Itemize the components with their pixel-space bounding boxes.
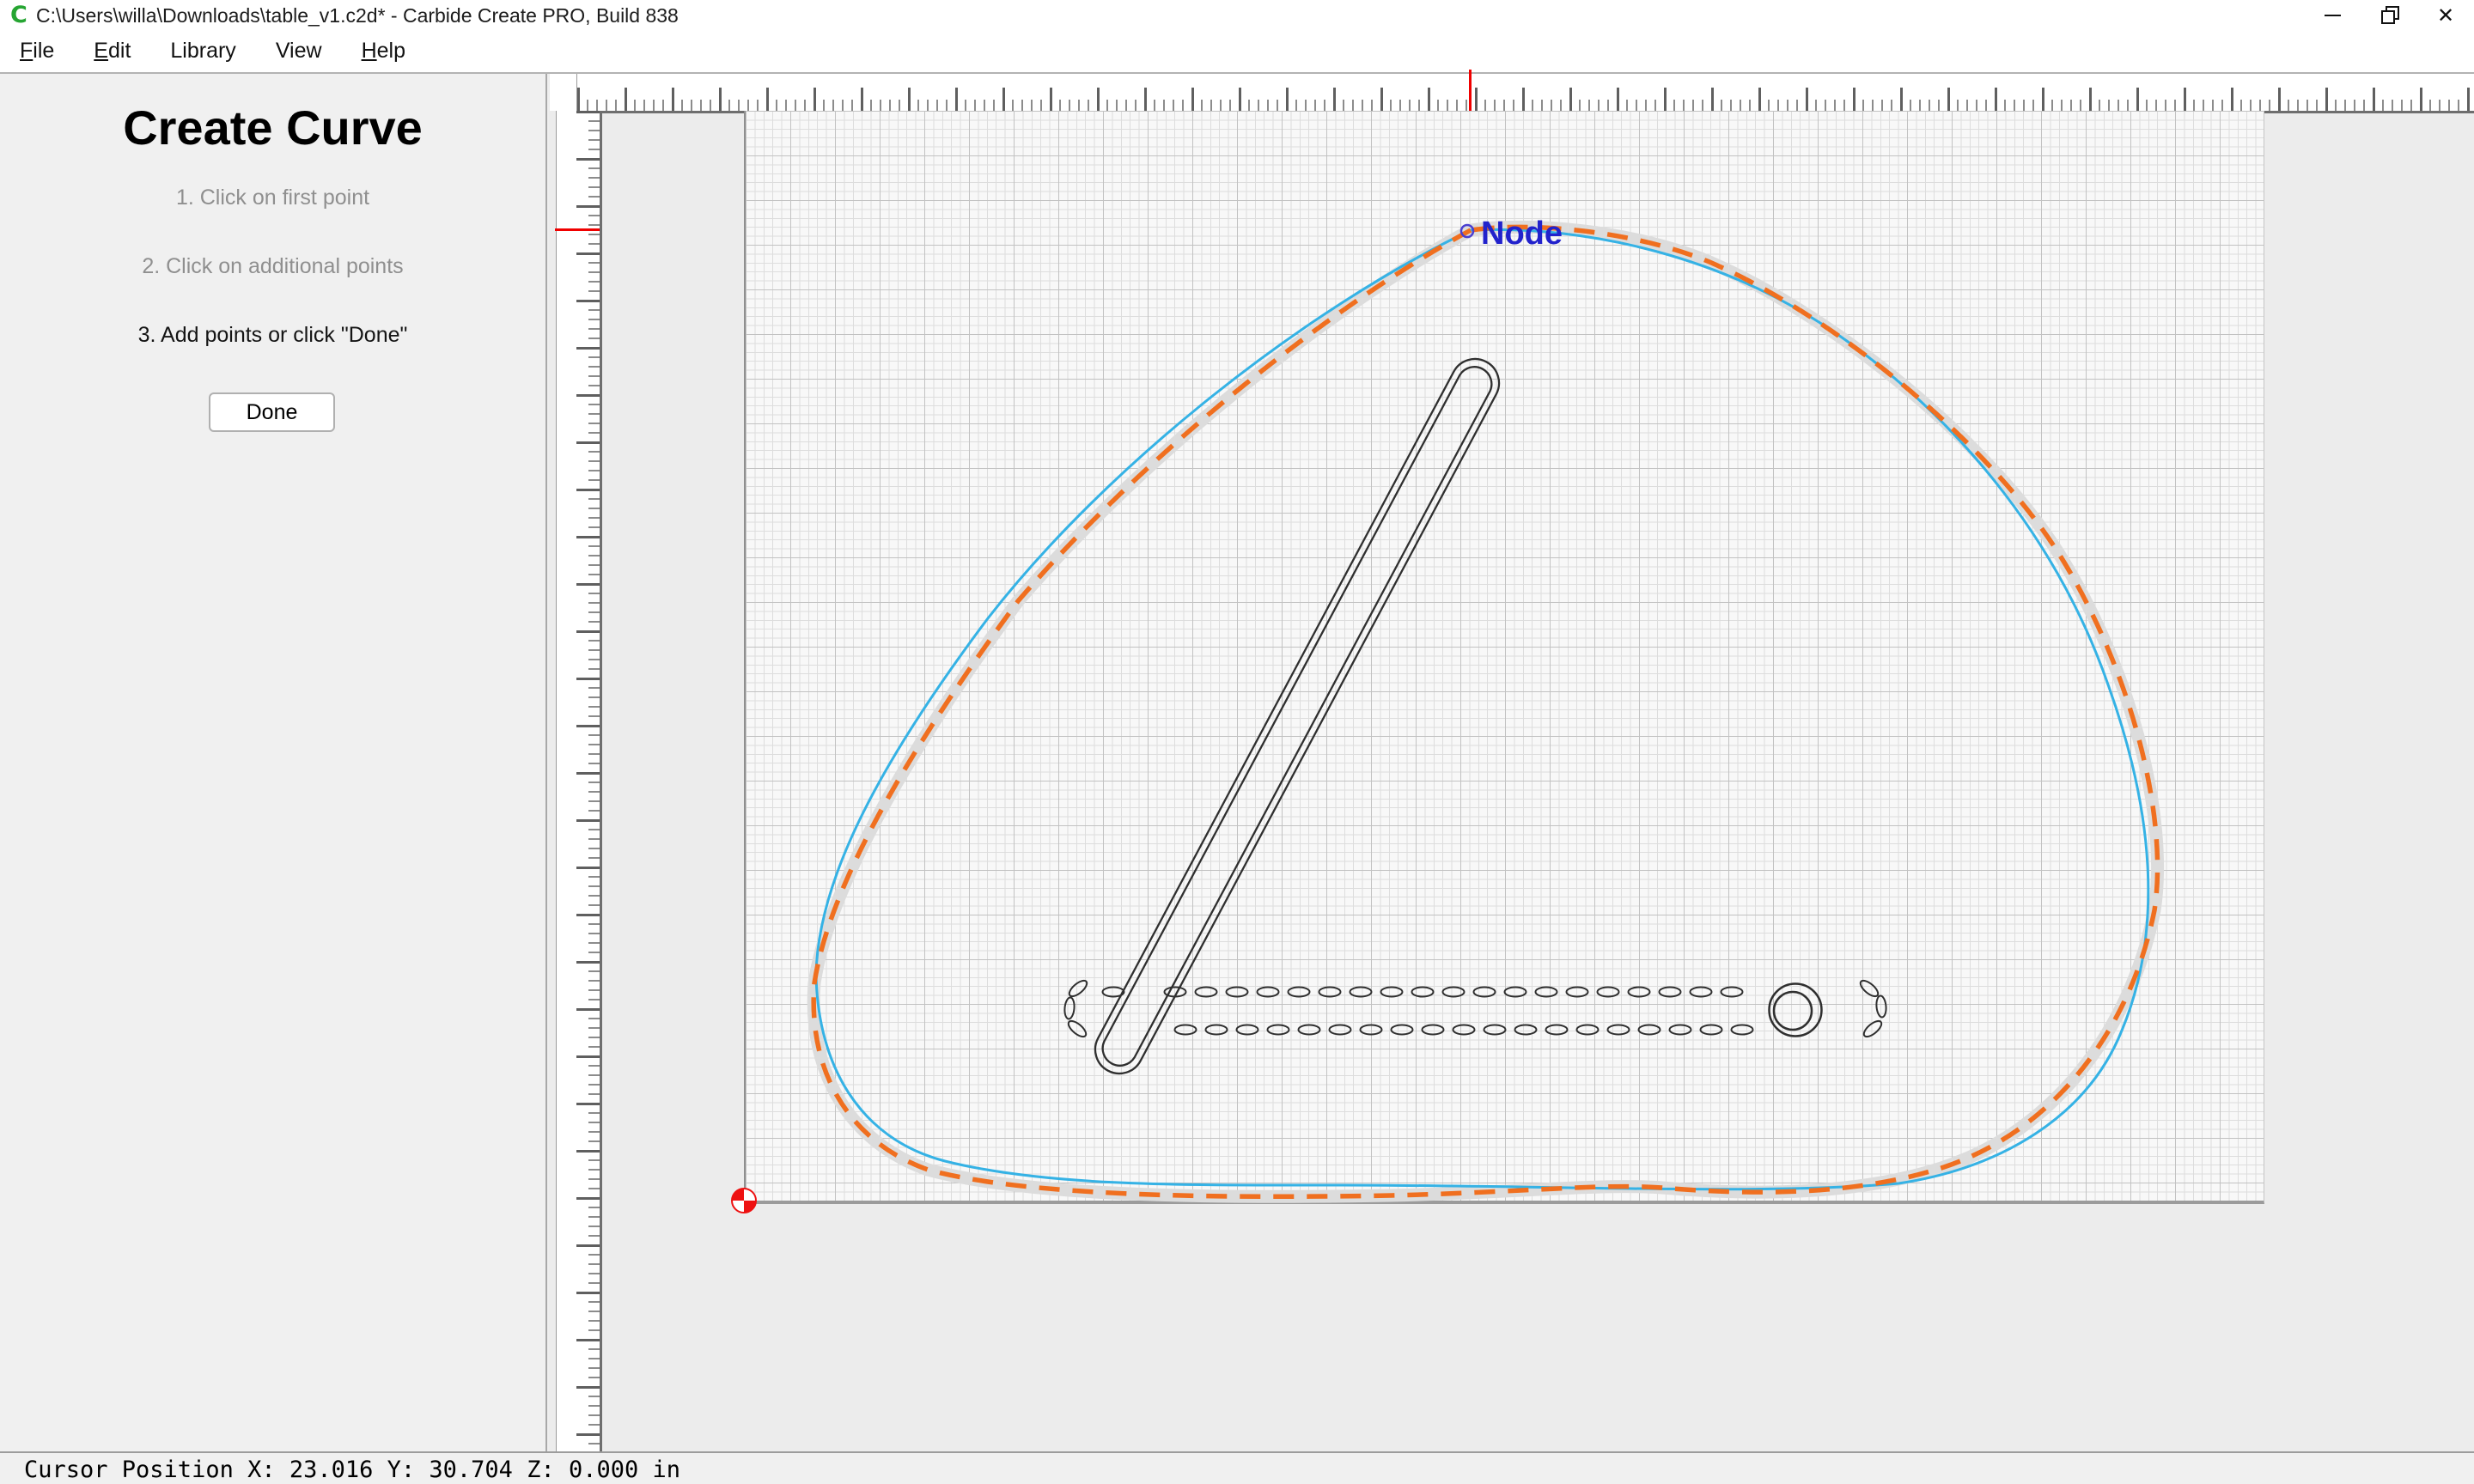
band-dash — [1299, 1025, 1320, 1035]
band-dash — [1350, 988, 1372, 997]
diagonal-slot-inner[interactable] — [1103, 367, 1492, 1066]
band-dash — [1721, 988, 1743, 997]
band-dash — [1258, 988, 1279, 997]
curve-shadow — [813, 227, 2157, 1196]
band-dash — [1330, 1025, 1351, 1035]
band-dash — [1103, 988, 1124, 997]
band-dash — [1598, 988, 1619, 997]
band-dash — [1639, 1025, 1661, 1035]
band-dash — [1660, 988, 1681, 997]
band-dash — [1392, 1025, 1413, 1035]
band-dash — [1484, 1025, 1506, 1035]
band-dash — [1289, 988, 1310, 997]
geometry-overlay: Node — [0, 0, 2474, 1484]
band-dash — [1474, 988, 1496, 997]
band-dash — [1505, 988, 1526, 997]
band-dash — [1691, 988, 1712, 997]
band-hole-inner[interactable] — [1774, 992, 1812, 1030]
status-bar: Cursor Position X: 23.016 Y: 30.704 Z: 0… — [0, 1451, 2474, 1484]
band-dash — [1862, 1019, 1884, 1039]
band-dash — [1567, 988, 1588, 997]
band-dash — [1536, 988, 1557, 997]
band-dash — [1067, 978, 1089, 999]
band-dash — [1701, 1025, 1722, 1035]
band-dash — [1875, 995, 1886, 1018]
band-dash — [1268, 1025, 1289, 1035]
edit-curve-orange[interactable] — [813, 227, 2157, 1196]
band-dash — [1670, 1025, 1691, 1035]
band-dash — [1629, 988, 1650, 997]
band-dash — [1196, 988, 1217, 997]
band-dash — [1546, 1025, 1568, 1035]
band-dash — [1206, 1025, 1228, 1035]
dashed-band[interactable] — [1063, 978, 1886, 1039]
band-dash — [1423, 1025, 1444, 1035]
app-window: C C:\Users\willa\Downloads\table_v1.c2d*… — [0, 0, 2474, 1484]
band-dash — [1412, 988, 1434, 997]
band-dash — [1453, 1025, 1475, 1035]
reference-curve-blue[interactable] — [816, 229, 2148, 1189]
band-dash — [1443, 988, 1465, 997]
cursor-position-readout: Cursor Position X: 23.016 Y: 30.704 Z: 0… — [24, 1457, 680, 1483]
band-dash — [1732, 1025, 1753, 1035]
band-dash — [1361, 1025, 1382, 1035]
band-dash — [1381, 988, 1403, 997]
band-dash — [1063, 997, 1075, 1019]
band-dash — [1175, 1025, 1197, 1035]
band-dash — [1237, 1025, 1258, 1035]
band-dash — [1066, 1019, 1088, 1039]
band-dash — [1319, 988, 1341, 997]
band-dash — [1515, 1025, 1537, 1035]
origin-datum-icon[interactable] — [732, 1189, 756, 1213]
band-dash — [1608, 1025, 1630, 1035]
band-dash — [1858, 978, 1880, 999]
node-label: Node — [1481, 216, 1563, 252]
band-dash — [1227, 988, 1248, 997]
band-dash — [1577, 1025, 1599, 1035]
